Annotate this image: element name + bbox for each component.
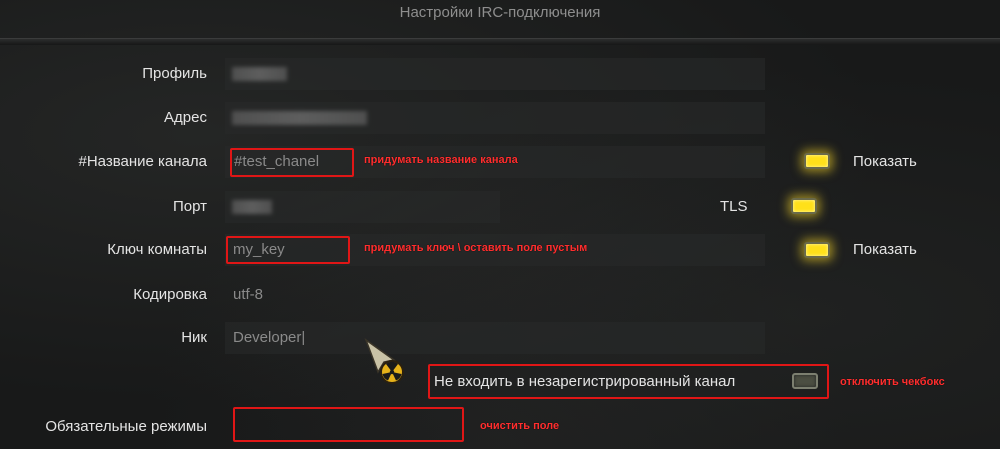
profile-field[interactable] — [225, 58, 765, 90]
nick-value: Developer| — [233, 329, 306, 346]
page-title: Настройки IRC-подключения — [399, 4, 601, 21]
nick-field[interactable] — [225, 322, 765, 354]
unregistered-label: Не входить в незарегистрированный канал — [434, 373, 736, 390]
channel-annotation: придумать название канала — [364, 154, 518, 166]
key-show-label: Показать — [853, 241, 917, 258]
profile-value-redacted — [232, 67, 287, 81]
radiation-cursor-icon — [364, 337, 410, 391]
port-value-redacted — [232, 200, 272, 214]
tls-label: TLS — [720, 198, 748, 215]
channel-show-label: Показать — [853, 153, 917, 170]
unregistered-annotation: отключить чекбокс — [840, 376, 945, 388]
key-annotation: придумать ключ \ оставить поле пустым — [364, 242, 588, 254]
address-label: Адрес — [164, 109, 207, 126]
channel-value: #test_chanel — [234, 153, 320, 170]
encoding-label: Кодировка — [133, 286, 207, 303]
modes-label: Обязательные режимы — [45, 418, 207, 435]
channel-label: #Название канала — [78, 153, 208, 170]
key-show-toggle[interactable] — [804, 242, 830, 258]
modes-input[interactable] — [233, 407, 464, 442]
encoding-value[interactable]: utf-8 — [233, 286, 263, 303]
unregistered-checkbox[interactable] — [792, 373, 818, 389]
address-value-redacted — [232, 111, 367, 125]
modes-annotation: очистить поле — [480, 420, 560, 432]
tls-toggle[interactable] — [791, 198, 817, 214]
header-divider — [0, 38, 1000, 45]
key-value: my_key — [233, 241, 285, 258]
nick-label: Ник — [181, 329, 207, 346]
profile-label: Профиль — [142, 65, 207, 82]
channel-show-toggle[interactable] — [804, 153, 830, 169]
key-label: Ключ комнаты — [107, 241, 207, 258]
port-label: Порт — [172, 198, 207, 215]
